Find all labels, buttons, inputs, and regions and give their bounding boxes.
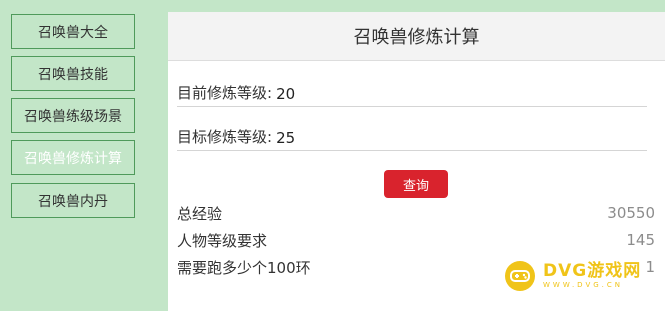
query-button[interactable]: 查询 [384, 170, 448, 198]
sidebar-item-label: 召唤兽内丹 [38, 193, 108, 210]
target-level-field: 目标修炼等级: [177, 126, 647, 151]
target-level-input[interactable] [272, 129, 397, 147]
current-level-input[interactable] [272, 85, 397, 103]
sidebar-item-pet-skills[interactable]: 召唤兽技能 [11, 56, 135, 91]
result-label: 人物等级要求 [177, 231, 268, 250]
sidebar-item-pet-leveling-scenes[interactable]: 召唤兽练级场景 [11, 98, 135, 133]
result-row-character-level: 人物等级要求 145 [177, 228, 655, 252]
sidebar-item-pet-cultivation-calculator[interactable]: 召唤兽修炼计算 [11, 140, 135, 175]
gamepad-icon [505, 261, 535, 291]
result-value: 30550 [607, 204, 655, 222]
watermark-subtext: WWW.DVG.CN [543, 281, 624, 289]
sidebar-item-label: 召唤兽大全 [38, 24, 108, 41]
sidebar-item-label: 召唤兽技能 [38, 66, 108, 83]
sidebar: 召唤兽大全 召唤兽技能 召唤兽练级场景 召唤兽修炼计算 召唤兽内丹 [0, 0, 168, 311]
result-row-total-exp: 总经验 30550 [177, 201, 655, 225]
result-value: 145 [626, 231, 655, 249]
sidebar-item-label: 召唤兽修炼计算 [24, 150, 122, 167]
panel-title: 召唤兽修炼计算 [353, 27, 480, 48]
current-level-field: 目前修炼等级: [177, 82, 647, 107]
result-label: 总经验 [177, 204, 223, 223]
sidebar-item-pet-inner-pill[interactable]: 召唤兽内丹 [11, 183, 135, 218]
sidebar-item-label: 召唤兽练级场景 [24, 108, 122, 125]
panel-header: 召唤兽修炼计算 [168, 12, 665, 61]
result-label: 需要跑多少个100环 [177, 258, 311, 277]
current-level-label: 目前修炼等级: [177, 84, 273, 102]
watermark: DVG游戏网 WWW.DVG.CN [505, 254, 665, 298]
watermark-text: DVG游戏网 [543, 261, 642, 281]
target-level-label: 目标修炼等级: [177, 128, 273, 146]
sidebar-item-pet-encyclopedia[interactable]: 召唤兽大全 [11, 14, 135, 49]
